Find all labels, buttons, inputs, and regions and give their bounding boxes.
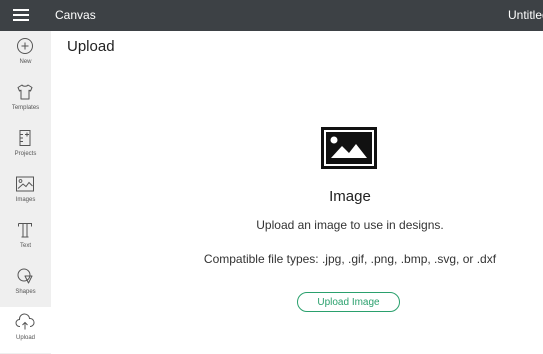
projects-icon <box>14 127 36 149</box>
sidebar-item-label: Templates <box>11 105 40 111</box>
sidebar-item-label: Text <box>19 243 31 249</box>
sidebar-item-projects[interactable]: Projects <box>0 123 51 169</box>
tshirt-icon <box>14 81 36 103</box>
upload-icon <box>14 311 36 333</box>
sidebar-item-upload[interactable]: Upload <box>0 307 51 353</box>
sidebar-item-templates[interactable]: Templates <box>0 77 51 123</box>
document-title[interactable]: Untitled <box>508 8 543 22</box>
sidebar-item-label: Upload <box>15 335 35 341</box>
image-section-description: Upload an image to use in designs. <box>256 218 444 232</box>
page-title: Upload <box>67 38 115 55</box>
hamburger-icon[interactable] <box>13 9 29 21</box>
plus-circle-icon <box>14 35 36 57</box>
sidebar-item-label: Shapes <box>15 289 36 295</box>
sidebar-item-label: New <box>19 59 32 65</box>
top-bar: Canvas Untitled <box>0 0 543 31</box>
sidebar-item-shapes[interactable]: Shapes <box>0 261 51 307</box>
app-title: Canvas <box>55 8 96 22</box>
sidebar-item-new[interactable]: New <box>0 31 51 77</box>
sidebar-item-label: Projects <box>14 151 37 157</box>
image-section-heading: Image <box>329 188 371 205</box>
image-icon <box>321 127 377 169</box>
upload-image-button[interactable]: Upload Image <box>297 292 400 312</box>
shapes-icon <box>14 265 36 287</box>
compatible-file-types: Compatible file types: .jpg, .gif, .png,… <box>203 252 497 266</box>
